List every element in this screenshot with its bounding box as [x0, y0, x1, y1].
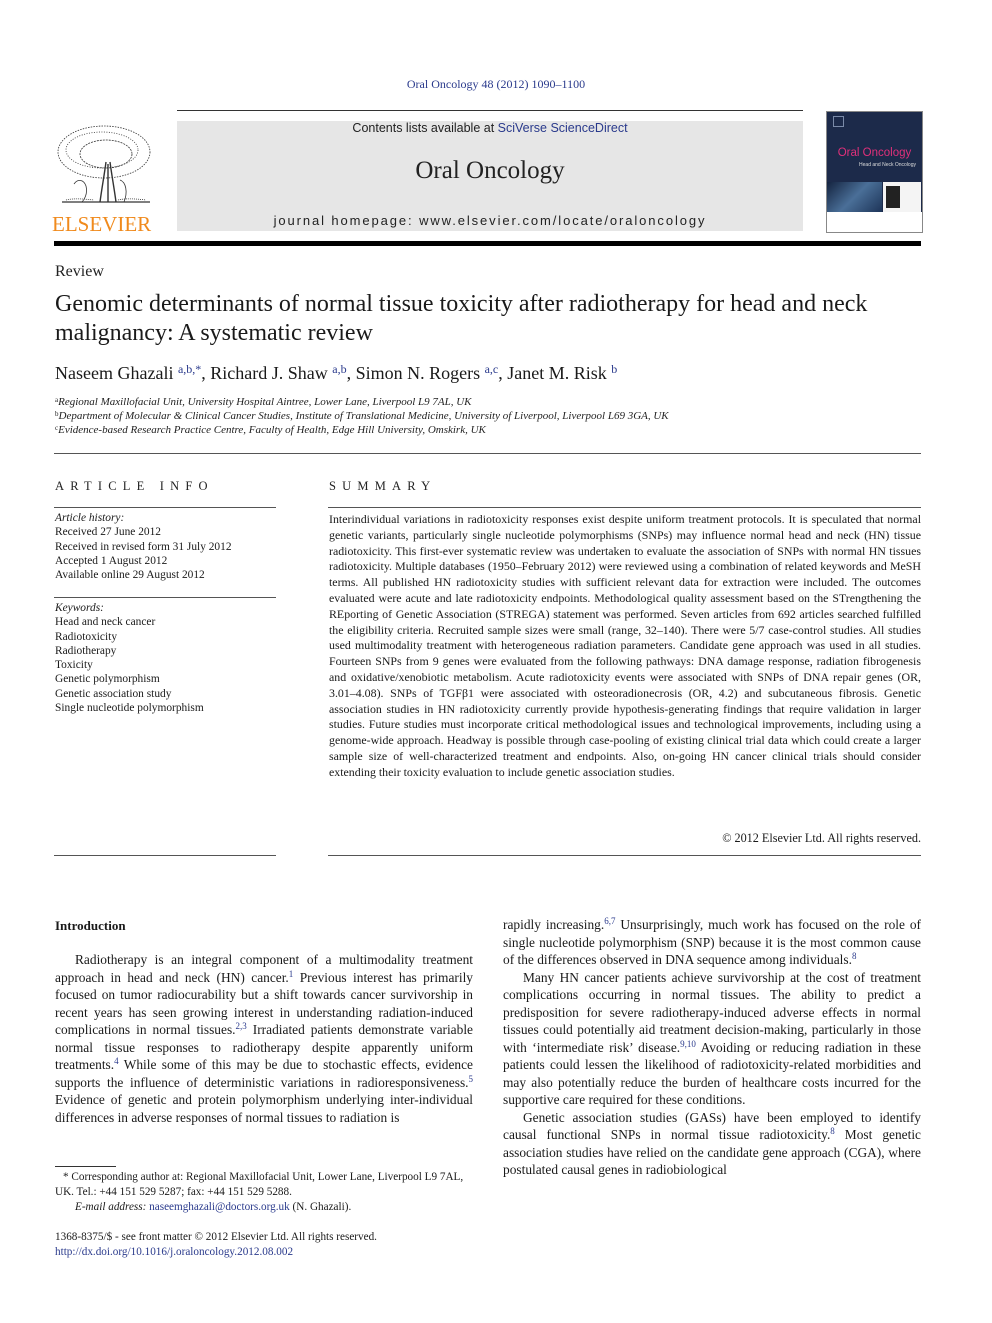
keyword-item: Genetic polymorphism [55, 673, 160, 686]
keyword-item: Single nucleotide polymorphism [55, 702, 204, 715]
keywords: Keywords: Head and neck cancer Radiotoxi… [55, 601, 204, 715]
elsevier-tree-icon [57, 125, 151, 203]
divider [328, 507, 921, 508]
section-heading-introduction: Introduction [55, 918, 126, 933]
keyword-item: Radiotherapy [55, 644, 117, 657]
keyword-item: Genetic association study [55, 687, 172, 700]
article-title: Genomic determinants of normal tissue to… [55, 291, 868, 346]
cover-footer [827, 212, 922, 232]
article-history: Article history: Received 27 June 2012 R… [55, 511, 232, 582]
article-info-heading: ARTICLE INFO [55, 479, 214, 493]
citation-link[interactable]: 4 [114, 1056, 119, 1066]
author-name[interactable]: Janet M. Risk [507, 363, 607, 383]
citation-link[interactable]: 6,7 [604, 916, 615, 926]
email-suffix: (N. Ghazali). [289, 1200, 352, 1213]
body-paragraph: rapidly increasing.6,7 Unsurprisingly, m… [503, 916, 921, 968]
header-rule [177, 110, 803, 111]
affiliation-text: Evidence-based Research Practice Centre,… [58, 424, 486, 436]
cover-title: Oral Oncology [837, 147, 912, 159]
body-paragraph: Radiotherapy is an integral component of… [55, 952, 474, 1125]
header-thick-rule [54, 241, 921, 246]
cover-subtitle: Head and Neck Oncology [859, 162, 916, 168]
body-column-left: Radiotherapy is an integral component of… [55, 951, 473, 1126]
citation-link[interactable]: 8 [830, 1126, 835, 1136]
copyright-notice: © 2012 Elsevier Ltd. All rights reserved… [722, 831, 921, 845]
affiliation-text: Regional Maxillofacial Unit, University … [58, 396, 472, 408]
elsevier-logo[interactable]: ELSEVIER [52, 122, 157, 236]
affiliation: bDepartment of Molecular & Clinical Canc… [55, 410, 669, 422]
homepage-label: journal homepage: [273, 213, 420, 228]
author-name[interactable]: Naseem Ghazali [55, 363, 173, 383]
corresponding-author-footnote: * Corresponding author at: Regional Maxi… [55, 1170, 473, 1214]
front-matter: 1368-8375/$ - see front matter © 2012 El… [55, 1230, 377, 1260]
keyword-item: Toxicity [55, 659, 93, 672]
email-line: E-mail address: naseemghazali@doctors.or… [55, 1200, 473, 1215]
email-link[interactable]: naseemghazali@doctors.org.uk [149, 1201, 290, 1213]
history-item: Available online 29 August 2012 [55, 569, 205, 582]
keyword-item: Head and neck cancer [55, 616, 156, 629]
citation-link[interactable]: 8 [852, 951, 857, 961]
homepage-url-link[interactable]: www.elsevier.com/locate/oraloncology [419, 213, 706, 228]
author-list: Naseem Ghazali a,b,*, Richard J. Shaw a,… [55, 362, 618, 383]
divider [54, 507, 276, 508]
author-affil-link[interactable]: b [611, 362, 617, 376]
journal-homepage: journal homepage: www.elsevier.com/locat… [177, 213, 803, 228]
history-label: Article history: [55, 512, 125, 524]
citation-link[interactable]: 1 [289, 969, 294, 979]
citation-link[interactable]: 2,3 [236, 1021, 247, 1031]
body-column-right: rapidly increasing.6,7 Unsurprisingly, m… [503, 916, 921, 1179]
author-affil-link[interactable]: a,b,* [178, 362, 201, 376]
email-label: E-mail address: [75, 1200, 147, 1213]
keyword-item: Radiotoxicity [55, 630, 118, 643]
elsevier-wordmark: ELSEVIER [52, 212, 152, 236]
citation-link[interactable]: 5 [469, 1074, 474, 1084]
corresponding-text: * Corresponding author at: Regional Maxi… [55, 1171, 464, 1198]
summary-text: Interindividual variations in radiotoxic… [329, 512, 921, 779]
doi-link[interactable]: http://dx.doi.org/10.1016/j.oraloncology… [55, 1246, 293, 1258]
history-item: Received 27 June 2012 [55, 526, 161, 539]
section-type: Review [55, 263, 104, 280]
citation-link[interactable]: 9,10 [680, 1039, 696, 1049]
divider [328, 855, 921, 856]
cover-image [827, 182, 882, 212]
summary-heading: SUMMARY [329, 479, 437, 493]
contents-prefix: Contents lists available at [352, 121, 498, 135]
author-affil-link[interactable]: a,b [332, 362, 346, 376]
keywords-label: Keywords: [55, 602, 104, 614]
author-affil-link[interactable]: a,c [485, 362, 499, 376]
journal-citation-link[interactable]: Oral Oncology 48 (2012) 1090–1100 [0, 77, 992, 92]
author-name[interactable]: Richard J. Shaw [210, 363, 327, 383]
sciencedirect-link[interactable]: SciVerse ScienceDirect [498, 121, 628, 135]
divider [54, 855, 276, 856]
affiliation: cEvidence-based Research Practice Centre… [55, 424, 486, 436]
author-name[interactable]: Simon N. Rogers [356, 363, 481, 383]
body-paragraph: Genetic association studies (GASs) have … [503, 1109, 921, 1178]
affiliation: aRegional Maxillofacial Unit, University… [55, 396, 472, 408]
affiliation-text: Department of Molecular & Clinical Cance… [58, 410, 669, 422]
journal-banner: Contents lists available at SciVerse Sci… [177, 121, 803, 231]
contents-line: Contents lists available at SciVerse Sci… [177, 121, 803, 135]
journal-cover-thumbnail[interactable]: Oral Oncology Head and Neck Oncology [826, 111, 923, 233]
issn-line: 1368-8375/$ - see front matter © 2012 El… [55, 1231, 377, 1243]
body-paragraph: Many HN cancer patients achieve survivor… [503, 969, 921, 1108]
footnote-rule [55, 1166, 116, 1167]
journal-title: Oral Oncology [415, 157, 565, 184]
history-item: Accepted 1 August 2012 [55, 554, 168, 567]
title-divider [54, 453, 921, 454]
cover-publisher-icon [833, 116, 844, 127]
cover-panel [883, 182, 921, 212]
history-item: Received in revised form 31 July 2012 [55, 540, 232, 553]
divider [54, 597, 276, 598]
